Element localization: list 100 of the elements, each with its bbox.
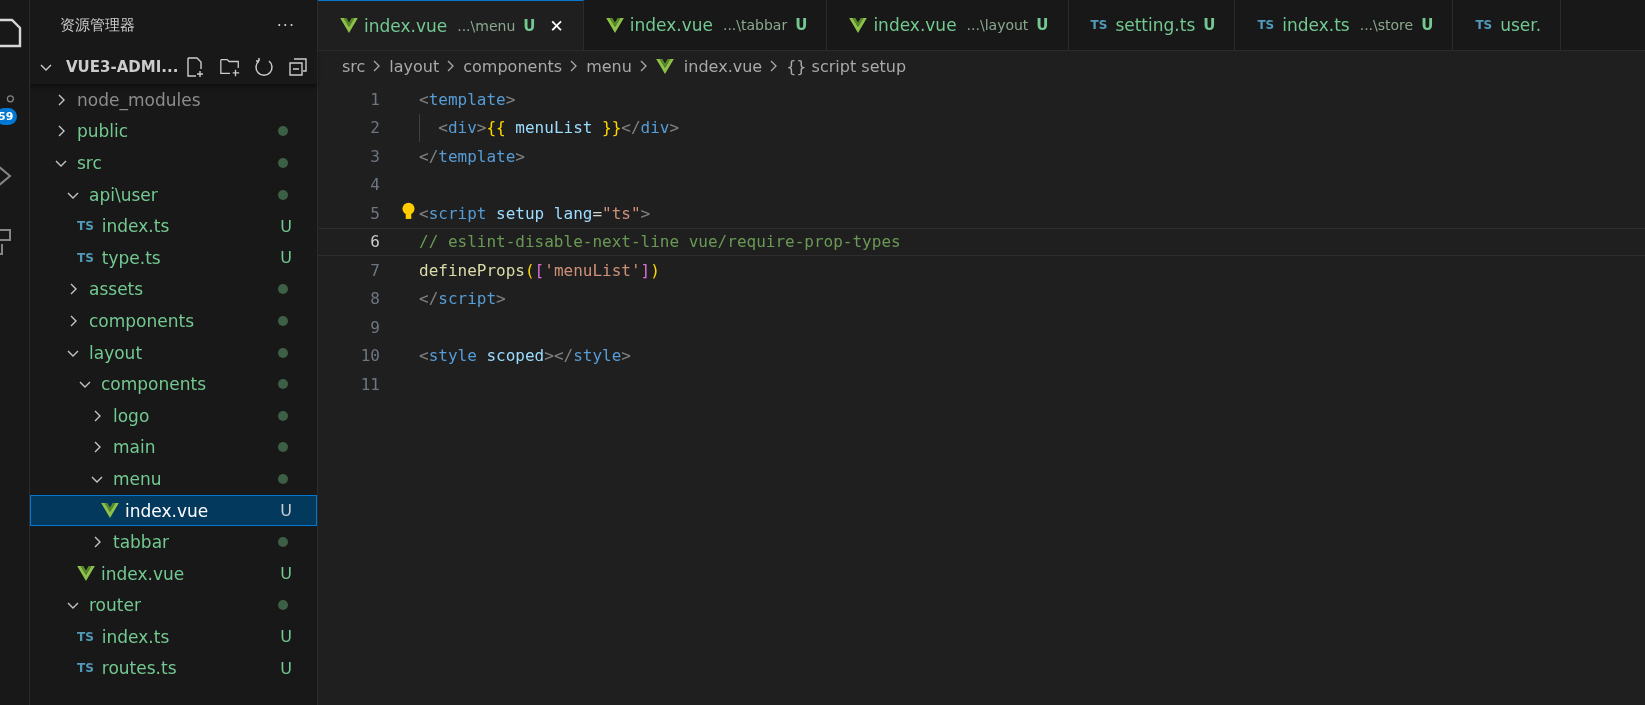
typescript-file-icon: TS [77, 662, 94, 675]
file-tree-item[interactable]: index.vue U [30, 494, 317, 527]
typescript-file-icon: TS [1475, 19, 1493, 31]
file-tree-item[interactable]: logo [30, 399, 317, 432]
line-number: 2 [369, 118, 380, 138]
code-line: <style scoped></style> [419, 346, 631, 366]
line-number: 6 [369, 232, 380, 252]
code-line: <template> [419, 89, 516, 109]
file-tree-item[interactable]: layout [30, 336, 317, 369]
editor-tab[interactable]: TS index.ts ...\store U [1235, 0, 1454, 50]
file-tree-item[interactable]: router [30, 589, 317, 622]
code-line: </template> [419, 146, 525, 166]
breadcrumb-item[interactable]: {} script setup [786, 56, 907, 76]
file-tree-item[interactable]: components [30, 305, 317, 337]
tab-path: ...\tabbar [722, 17, 788, 33]
line-number: 4 [369, 175, 380, 195]
line-number: 10 [359, 346, 380, 366]
code-line: <div>{{ menuList }}</div> [437, 118, 680, 138]
git-status-letter: U [280, 216, 292, 236]
git-status-letter: U [280, 501, 292, 520]
vue-file-icon [655, 58, 674, 74]
vue-file-icon [340, 18, 358, 33]
extensions-icon[interactable] [0, 228, 14, 258]
breadcrumb-item[interactable]: layout [389, 56, 440, 76]
file-name: api\user [89, 184, 158, 205]
new-folder-icon[interactable] [219, 56, 241, 78]
code-line: defineProps(['menuList']) [419, 260, 660, 280]
line-number: 7 [369, 260, 380, 280]
file-name: index.vue [125, 500, 209, 521]
git-status-letter: U [280, 659, 292, 678]
file-name: src [77, 153, 102, 173]
git-status-letter: U [280, 627, 292, 647]
file-tree-item[interactable]: TS index.ts U [30, 621, 317, 653]
file-name: tabbar [113, 532, 170, 553]
breadcrumb-item[interactable]: index.vue [683, 56, 763, 76]
tab-label: index.vue [364, 15, 448, 36]
collapse-all-icon[interactable] [287, 56, 309, 78]
typescript-file-icon: TS [77, 220, 94, 233]
line-number: 9 [369, 317, 380, 337]
breadcrumb-item[interactable]: src [342, 56, 366, 76]
editor-tab[interactable]: TS setting.ts U [1068, 0, 1236, 50]
more-actions-button[interactable]: ··· [276, 15, 295, 35]
file-name: logo [113, 405, 150, 426]
code-line: </script> [419, 289, 506, 309]
tab-label: index.vue [873, 15, 957, 35]
file-name: node_modules [77, 89, 201, 110]
vue-file-icon [849, 17, 868, 33]
file-tree-item[interactable]: public [30, 115, 317, 148]
refresh-icon[interactable] [253, 56, 275, 78]
file-tree-item[interactable]: api\user [30, 178, 317, 211]
file-name: index.vue [101, 563, 185, 584]
close-button[interactable]: ✕ [549, 15, 564, 36]
file-name: index.ts [101, 216, 170, 237]
file-name: components [101, 374, 207, 395]
project-root[interactable]: VUE3-ADMI... [66, 58, 179, 76]
tab-path: ...\menu [457, 17, 516, 34]
git-status-letter: U [523, 16, 536, 35]
lightbulb-icon[interactable] [402, 202, 415, 221]
file-tree-item[interactable]: tabbar [30, 526, 317, 558]
file-tree-item[interactable]: TS type.ts U [30, 241, 317, 274]
file-name: type.ts [101, 247, 161, 268]
typescript-file-icon: TS [77, 251, 94, 264]
tab-label: index.vue [629, 15, 713, 35]
explorer-title: 资源管理器 [60, 15, 135, 35]
editor-tab[interactable]: index.vue ...\tabbar U [583, 0, 828, 50]
file-tree-item[interactable]: main [30, 431, 317, 464]
editor-tab[interactable]: index.vue ...\menu U ✕ [318, 0, 584, 50]
file-tree-item[interactable]: assets [30, 273, 317, 306]
file-name: router [89, 595, 141, 616]
git-status-letter: U [795, 16, 808, 34]
tab-path: ...\layout [966, 17, 1029, 33]
file-name: assets [89, 279, 144, 300]
line-number: 3 [369, 146, 380, 166]
file-tree-item[interactable]: src [30, 147, 317, 179]
line-number: 8 [369, 289, 380, 309]
code-line: // eslint-disable-next-line vue/require-prop-types [419, 232, 901, 252]
editor-tab[interactable]: index.vue ...\layout U [827, 0, 1069, 50]
line-number: 11 [359, 374, 380, 394]
tab-label: user. [1500, 15, 1542, 35]
vue-file-icon [77, 566, 95, 582]
breadcrumb-item[interactable]: menu [586, 56, 632, 76]
code-line: <script setup lang="ts"> [419, 203, 651, 223]
typescript-file-icon: TS [1090, 19, 1108, 31]
editor-tab[interactable]: TS user. [1453, 0, 1562, 50]
tab-path: ...\store [1359, 17, 1414, 33]
file-name: public [77, 121, 129, 142]
tab-label: index.ts [1282, 15, 1350, 35]
file-tree-item[interactable]: TS index.ts U [30, 210, 317, 242]
file-tree-item[interactable]: TS routes.ts U [30, 652, 317, 685]
git-status-letter: U [280, 248, 292, 268]
git-status-letter: U [1203, 16, 1216, 34]
vue-file-icon [605, 17, 624, 33]
file-tree-item[interactable]: menu [30, 463, 317, 495]
breadcrumb-item[interactable]: components [463, 56, 563, 76]
run-icon[interactable] [0, 164, 14, 188]
file-tree-item[interactable]: node_modules [30, 84, 317, 116]
file-tree-item[interactable]: components [30, 368, 317, 400]
typescript-file-icon: TS [77, 630, 94, 643]
line-number: 1 [369, 89, 380, 109]
file-tree-item[interactable]: index.vue U [30, 557, 317, 590]
